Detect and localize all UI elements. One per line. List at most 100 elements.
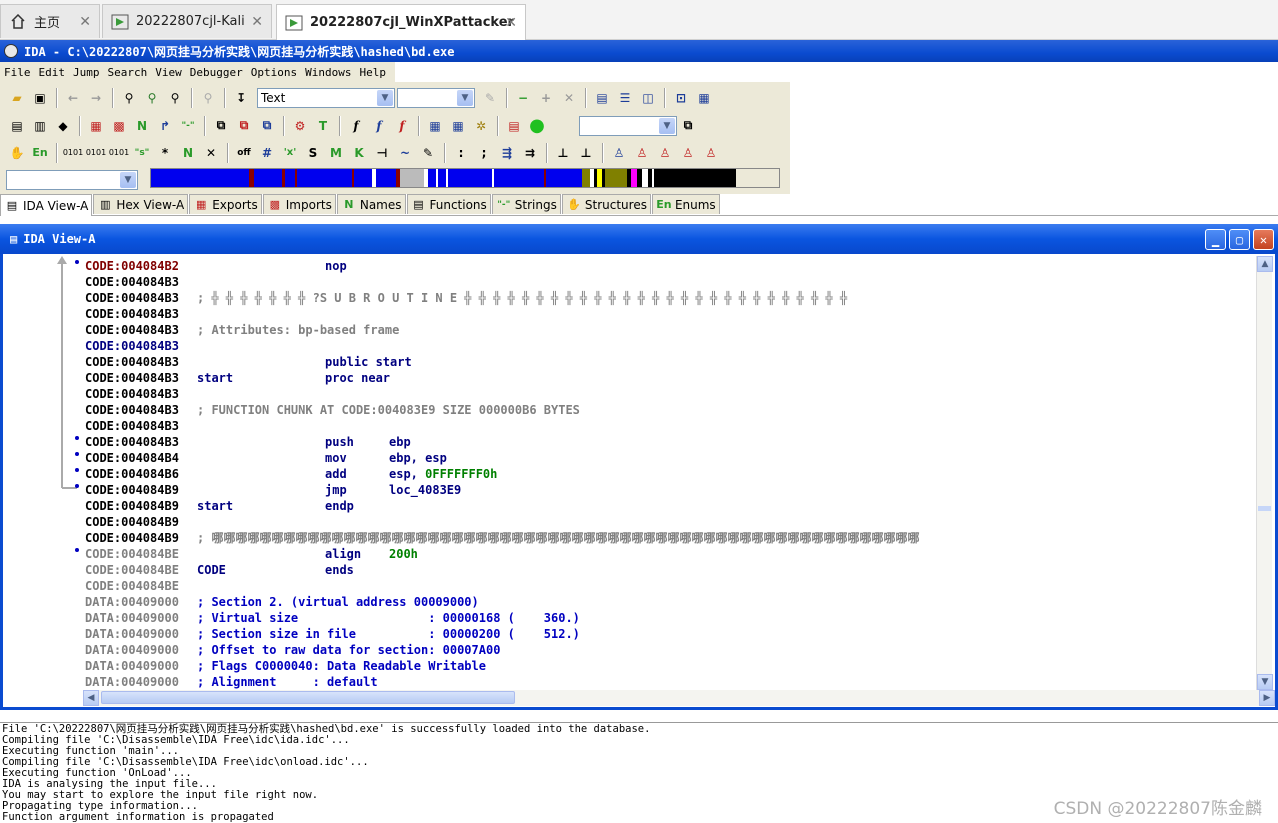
vm-tab-kali[interactable]: 20222807cjl-Kali ✕	[102, 4, 272, 38]
data-icon[interactable]: 0101	[85, 142, 107, 164]
binoculars-icon[interactable]: ⚲	[118, 87, 140, 109]
cross-icon[interactable]: ✕	[558, 87, 580, 109]
report-icon[interactable]: ▤	[503, 115, 525, 137]
close-button[interactable]: ✕	[1253, 229, 1274, 250]
struct-k-icon[interactable]: K	[348, 142, 370, 164]
tab-exports[interactable]: ▦ Exports	[189, 194, 262, 214]
window-cascade-icon[interactable]: ▤	[591, 87, 613, 109]
char-icon[interactable]: 'x'	[279, 142, 301, 164]
grid-view-icon[interactable]: ▦	[447, 115, 469, 137]
operands[interactable]: esp,	[389, 467, 425, 481]
menu-options[interactable]: Options	[247, 66, 301, 79]
segment-s-icon[interactable]: S	[302, 142, 324, 164]
user-xrefs-icon[interactable]: ♙	[677, 142, 699, 164]
navigation-combo[interactable]: ▼	[6, 169, 138, 190]
xref-graph-icon[interactable]: ⊥	[575, 142, 597, 164]
minus-icon[interactable]: −	[512, 87, 534, 109]
vertical-scrollbar[interactable]: ▲ ▼	[1256, 256, 1273, 690]
search-value-combo[interactable]: ▼	[397, 87, 475, 108]
offset-icon[interactable]: off	[233, 142, 255, 164]
listing-line[interactable]: DATA:00409000 ; Section 2. (virtual addre…	[85, 594, 479, 610]
scroll-up-button[interactable]: ▲	[1257, 256, 1273, 272]
posterior-lines-icon[interactable]: ⇉	[519, 142, 541, 164]
listing-line[interactable]: CODE:004084B3	[85, 274, 389, 290]
anterior-lines-icon[interactable]: ⇶	[496, 142, 518, 164]
signatures-icon[interactable]: ⚙	[289, 115, 311, 137]
vm-tab-winxp[interactable]: 20222807cjl_WinXPattacker ✕	[276, 4, 526, 40]
manual-icon[interactable]: ✎	[417, 142, 439, 164]
listing-line[interactable]: DATA:00409000 ; Virtual size : 00000168 (…	[85, 610, 580, 626]
names-icon[interactable]: N	[131, 115, 153, 137]
menu-view[interactable]: View	[151, 66, 186, 79]
struct-list-icon[interactable]: ▩	[108, 115, 130, 137]
code-label[interactable]: start	[197, 370, 325, 386]
listing-line[interactable]: CODE:004084B4 mov ebp, esp	[85, 450, 447, 466]
minimize-button[interactable]: ▁	[1205, 229, 1226, 250]
menu-file[interactable]: File	[0, 66, 35, 79]
operands[interactable]: ebp	[389, 435, 411, 449]
tab-imports[interactable]: ▩ Imports	[262, 194, 336, 214]
pen-icon[interactable]: ✎	[479, 87, 501, 109]
search-type-combo[interactable]: Text ▼	[257, 87, 395, 108]
enum-m-icon[interactable]: M	[325, 142, 347, 164]
tab-ida-view[interactable]: ▤ IDA View-A	[0, 194, 93, 216]
code-icon[interactable]: 0101	[62, 142, 84, 164]
vm-tab-home[interactable]: 主页 ✕	[0, 4, 100, 38]
back-arrow-icon[interactable]: ←	[62, 87, 84, 109]
gear-icon[interactable]: ✲	[470, 115, 492, 137]
function-end-icon[interactable]: f	[391, 115, 413, 137]
navigation-band[interactable]	[150, 168, 780, 188]
segment-reg-icon[interactable]: ⧉	[233, 115, 255, 137]
menu-search[interactable]: Search	[104, 66, 152, 79]
tab-strings[interactable]: "-" Strings	[491, 194, 561, 214]
operands[interactable]: ebp, esp	[389, 451, 447, 465]
calculator-icon[interactable]: ▦	[424, 115, 446, 137]
diamond-icon[interactable]: ◆	[52, 115, 74, 137]
xrefs-from-icon[interactable]: ♙	[654, 142, 676, 164]
listing-line[interactable]: CODE:004084B9 start endp	[85, 498, 389, 514]
listing-line[interactable]: CODE:004084B3	[85, 338, 197, 354]
tab-enums[interactable]: En Enums	[651, 194, 720, 214]
tab-hex-view[interactable]: ▥ Hex View-A	[93, 194, 189, 214]
tab-structures[interactable]: ✋ Structures	[561, 194, 651, 214]
open-folder-icon[interactable]: ▰	[6, 87, 28, 109]
bitwise-not-icon[interactable]: ~	[394, 142, 416, 164]
tab-names[interactable]: N Names	[336, 194, 406, 214]
maximize-button[interactable]: ▢	[1229, 229, 1250, 250]
save-icon[interactable]: ▣	[29, 87, 51, 109]
segments-icon[interactable]: ⧉	[210, 115, 232, 137]
menu-edit[interactable]: Edit	[35, 66, 70, 79]
disassembly-listing[interactable]: CODE:004084B2 nop CODE:004084B3 CODE:004084…	[5, 256, 1261, 690]
enum-list-icon[interactable]: ▦	[85, 115, 107, 137]
listing-line[interactable]: CODE:004084B3	[85, 418, 197, 434]
listing-line[interactable]: CODE:004084BE align 200h	[85, 546, 418, 562]
negate-icon[interactable]: ⊣	[371, 142, 393, 164]
run-icon[interactable]: ●	[526, 115, 548, 137]
listing-line[interactable]: DATA:00409000 ; Section size in file : 00…	[85, 626, 580, 642]
menu-windows[interactable]: Windows	[301, 66, 355, 79]
flow-chart-icon[interactable]: ♙	[608, 142, 630, 164]
forward-arrow-icon[interactable]: →	[85, 87, 107, 109]
close-icon[interactable]: ✕	[505, 15, 517, 31]
document-icon[interactable]: ▤	[6, 115, 28, 137]
plus-icon[interactable]: +	[535, 87, 557, 109]
listing-line[interactable]: CODE:004084B2 nop	[85, 258, 389, 274]
code-label[interactable]: CODE	[197, 562, 325, 578]
window-tile-v-icon[interactable]: ◫	[637, 87, 659, 109]
xref-icon[interactable]: ↱	[154, 115, 176, 137]
hash-icon[interactable]: #	[256, 142, 278, 164]
menu-help[interactable]: Help	[355, 66, 390, 79]
listing-line[interactable]: CODE:004084B3 ; ╬ ╬ ╬ ╬ ╬ ╬ ╬ ?S U B R O …	[85, 290, 847, 306]
hex-document-icon[interactable]: ▥	[29, 115, 51, 137]
delete-icon[interactable]: ✕	[200, 142, 222, 164]
tab-functions[interactable]: ▤ Functions	[406, 194, 491, 214]
scroll-right-button[interactable]: ▶	[1259, 690, 1275, 706]
name-icon[interactable]: N	[177, 142, 199, 164]
selectors-icon[interactable]: ⧉	[256, 115, 278, 137]
type-library-icon[interactable]: T	[312, 115, 334, 137]
binoculars-next-icon[interactable]: ⚲	[141, 87, 163, 109]
listing-line[interactable]: CODE:004084B3	[85, 306, 197, 322]
listing-line[interactable]: CODE:004084BE	[85, 578, 197, 594]
binoculars-text-icon[interactable]: ⚲	[164, 87, 186, 109]
scroll-down-button[interactable]: ▼	[1257, 674, 1273, 690]
